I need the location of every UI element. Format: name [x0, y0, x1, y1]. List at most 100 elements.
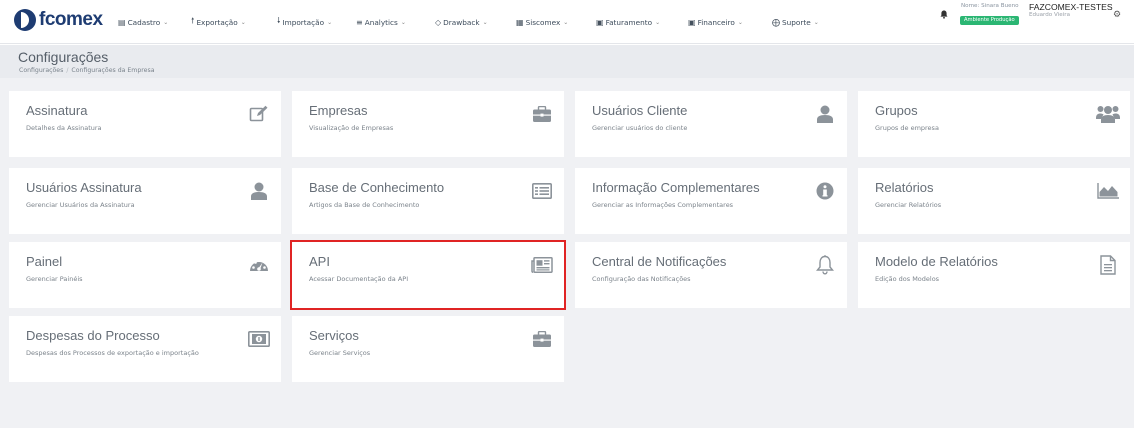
page-title: Configurações: [18, 49, 109, 65]
breadcrumb-separator: /: [66, 67, 69, 74]
logo-mark-icon: [14, 9, 36, 31]
card-title: Empresas: [309, 103, 368, 118]
menu-item-faturamento[interactable]: ▣ Faturamento ⌄: [596, 18, 688, 27]
card-description: Gerenciar Relatórios: [875, 201, 942, 209]
card-title: Usuários Assinatura: [26, 180, 142, 195]
briefcase-icon: [530, 103, 554, 125]
chevron-down-icon: ⌄: [400, 18, 406, 26]
lifebuoy-icon: ⨁: [772, 17, 780, 27]
card-api[interactable]: API Acessar Documentação da API: [290, 240, 566, 310]
chevron-down-icon: ⌄: [813, 18, 819, 26]
users-icon: [1096, 103, 1120, 125]
card-title: Base de Conhecimento: [309, 180, 445, 195]
card-description: Gerenciar Painéis: [26, 275, 83, 283]
card-painel[interactable]: Painel Gerenciar Painéis: [9, 242, 281, 308]
list-icon: ▤: [118, 17, 126, 27]
card-description: Acessar Documentação da API: [309, 275, 409, 283]
dollar-icon: ▣: [596, 17, 604, 27]
arrow-up-icon: 🠕: [191, 16, 195, 25]
chevron-down-icon: ⌄: [163, 18, 169, 26]
card-description: Visualização de Empresas: [309, 124, 394, 132]
info-icon: [813, 180, 837, 202]
menu-item-analytics[interactable]: ≡ Analytics ⌄: [356, 18, 435, 27]
chevron-down-icon: ⌄: [563, 18, 569, 26]
menu-item-importacao[interactable]: 🠗 Importação ⌄: [277, 15, 356, 29]
grid-icon: ▦: [516, 17, 524, 27]
user-icon: [813, 103, 837, 125]
card-description: Gerenciar usuários do cliente: [592, 124, 688, 132]
card-title: Assinatura: [26, 103, 88, 118]
menu-item-suporte[interactable]: ⨁ Suporte ⌄: [772, 18, 842, 27]
card-empresas[interactable]: Empresas Visualização de Empresas: [292, 91, 564, 157]
card-assinatura[interactable]: Assinatura Detalhes da Assinatura: [9, 91, 281, 157]
card-description: Gerenciar as Informações Complementares: [592, 201, 734, 209]
breadcrumb: Configurações / Configurações da Empresa: [19, 67, 155, 74]
brand-logo[interactable]: fcomex: [14, 9, 103, 31]
card-informacao-complementares[interactable]: Informação Complementares Gerenciar as I…: [575, 168, 847, 234]
diamond-icon: ◇: [435, 17, 442, 27]
user-subtitle: Eduardo Vieira: [1029, 12, 1070, 18]
newspaper-icon: [530, 254, 554, 276]
card-central-de-notificacoes[interactable]: Central de Notificações Configuração das…: [575, 242, 847, 308]
card-title: Relatórios: [875, 180, 934, 195]
main-menu: ▤ Cadastro ⌄ 🠕 Exportação ⌄ 🠗 Importação ⌄ …: [118, 0, 842, 44]
card-description: Despesas dos Processos de exportação e i…: [26, 349, 199, 357]
dollar-icon: ▣: [688, 17, 696, 27]
bars-icon: ≡: [356, 17, 363, 27]
menu-item-financeiro[interactable]: ▣ Financeiro ⌄: [688, 18, 772, 27]
top-navbar: fcomex ▤ Cadastro ⌄ 🠕 Exportação ⌄ 🠗 Impor…: [0, 0, 1134, 44]
card-description: Edição dos Modelos: [875, 275, 940, 283]
notifications-bell-icon[interactable]: [940, 10, 948, 22]
file-text-icon: [1096, 254, 1120, 276]
card-title: Informação Complementares: [592, 180, 760, 195]
chevron-down-icon: ⌄: [240, 18, 246, 26]
card-description: Grupos de empresa: [875, 124, 939, 132]
user-icon: [247, 180, 271, 202]
settings-content: Assinatura Detalhes da Assinatura Empres…: [0, 78, 1134, 428]
card-modelo-de-relatorios[interactable]: Modelo de Relatórios Edição dos Modelos: [858, 242, 1130, 308]
chevron-down-icon: ⌄: [482, 18, 488, 26]
menu-item-drawback[interactable]: ◇ Drawback ⌄: [435, 18, 516, 27]
user-name-label: Nome: Sinara Bueno: [961, 3, 1019, 9]
card-title: Painel: [26, 254, 63, 269]
arrow-down-icon: 🠗: [277, 16, 281, 25]
menu-item-cadastro[interactable]: ▤ Cadastro ⌄: [118, 18, 191, 27]
environment-badge: Ambiente Produção: [960, 16, 1019, 25]
menu-item-exportacao[interactable]: 🠕 Exportação ⌄: [191, 15, 277, 29]
bottom-edge: [0, 428, 1134, 434]
card-base-de-conhecimento[interactable]: Base de Conhecimento Artigos da Base de …: [292, 168, 564, 234]
briefcase-icon: [530, 328, 554, 350]
dashboard-icon: [247, 254, 271, 276]
card-title: Usuários Cliente: [592, 103, 688, 118]
card-title: Despesas do Processo: [26, 328, 160, 343]
chevron-down-icon: ⌄: [737, 18, 743, 26]
card-relatorios[interactable]: Relatórios Gerenciar Relatórios: [858, 168, 1130, 234]
card-usuarios-assinatura[interactable]: Usuários Assinatura Gerenciar Usuários d…: [9, 168, 281, 234]
card-description: Gerenciar Serviços: [309, 349, 371, 357]
card-description: Artigos da Base de Conhecimento: [309, 201, 420, 209]
breadcrumb-item-current: Configurações da Empresa: [71, 67, 155, 74]
breadcrumb-item[interactable]: Configurações: [19, 67, 63, 74]
menu-item-siscomex[interactable]: ▦ Siscomex ⌄: [516, 18, 596, 27]
card-description: Gerenciar Usuários da Assinatura: [26, 201, 135, 209]
page-header: Configurações Configurações / Configuraçõe…: [0, 45, 1134, 78]
card-title: Serviços: [309, 328, 359, 343]
card-servicos[interactable]: Serviços Gerenciar Serviços: [292, 316, 564, 382]
card-title: API: [309, 254, 330, 269]
brand-name: fcomex: [39, 9, 103, 30]
card-title: Central de Notificações: [592, 254, 727, 269]
gear-icon[interactable]: ⚙: [1113, 10, 1121, 20]
card-description: Detalhes da Assinatura: [26, 124, 102, 132]
user-company[interactable]: FAZCOMEX-TESTES: [1029, 2, 1113, 12]
card-despesas-do-processo[interactable]: Despesas do Processo Despesas dos Proces…: [9, 316, 281, 382]
card-usuarios-cliente[interactable]: Usuários Cliente Gerenciar usuários do c…: [575, 91, 847, 157]
card-grupos[interactable]: Grupos Grupos de empresa: [858, 91, 1130, 157]
chevron-down-icon: ⌄: [327, 18, 333, 26]
chevron-down-icon: ⌄: [655, 18, 661, 26]
bell-icon: [813, 254, 837, 276]
card-description: Configuração das Notificações: [592, 275, 691, 283]
list-alt-icon: [530, 180, 554, 202]
area-chart-icon: [1096, 180, 1120, 202]
card-title: Grupos: [875, 103, 918, 118]
edit-icon: [247, 103, 271, 125]
